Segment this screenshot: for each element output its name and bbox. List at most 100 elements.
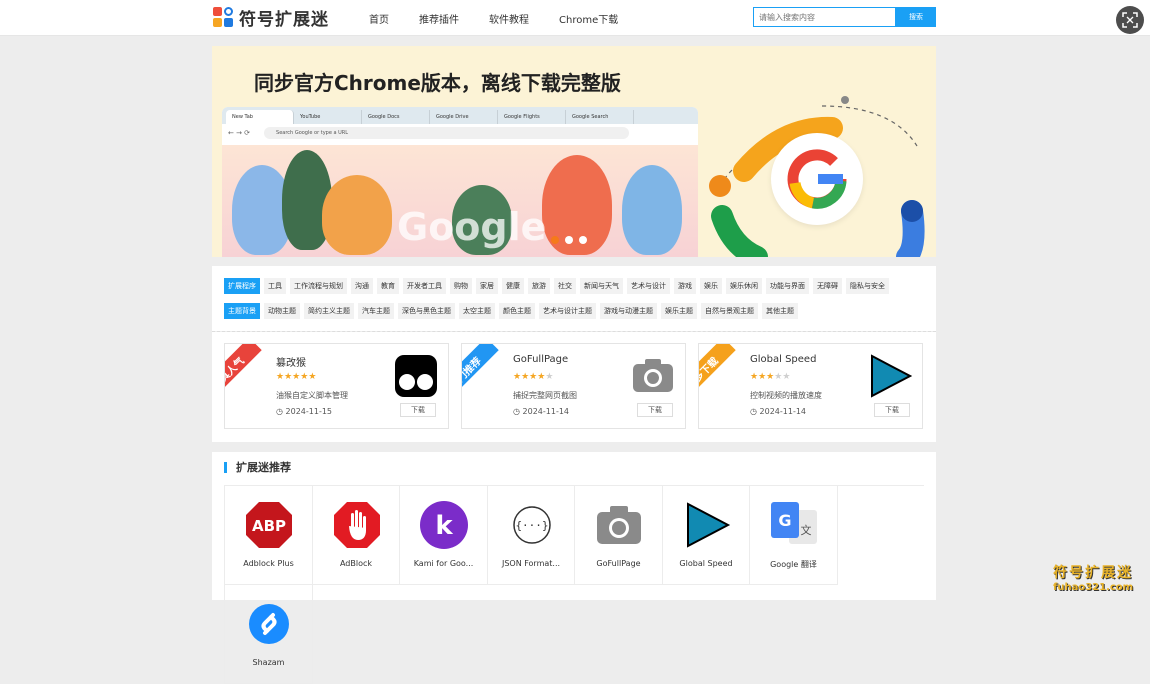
rating-stars: ★★★★★	[513, 372, 553, 382]
svg-text:ABP: ABP	[252, 517, 286, 535]
theme-heading[interactable]: 主题背景	[224, 303, 260, 319]
category-chip[interactable]: 旅游	[528, 278, 550, 294]
carousel-dot[interactable]	[579, 236, 587, 244]
extension-name: Adblock Plus	[243, 559, 294, 568]
site-logo[interactable]: 符号扩展迷	[213, 6, 329, 30]
featured-card[interactable]: 最具人气 篡改猴 ★★★★★ 油猴自定义脚本管理 ◷ 2024-11-15 下载	[224, 343, 449, 429]
category-chip[interactable]: 新闻与天气	[580, 278, 623, 294]
watermark: 符号扩展迷 fuhao321.com	[1053, 562, 1133, 593]
extension-tile[interactable]: ABP Adblock Plus	[225, 486, 313, 585]
category-chip[interactable]: 开发者工具	[403, 278, 446, 294]
theme-chip[interactable]: 太空主题	[459, 303, 495, 319]
nav-home[interactable]: 首页	[369, 11, 389, 26]
star-icon: ★	[521, 372, 530, 382]
category-chip[interactable]: 社交	[554, 278, 576, 294]
rating-stars: ★★★★★	[750, 372, 790, 382]
category-chip[interactable]: 工具	[264, 278, 286, 294]
browser-tab: Google Flights	[498, 110, 566, 124]
card-date: ◷ 2024-11-14	[513, 407, 569, 416]
shazam-icon	[249, 604, 289, 644]
kami-icon: k	[420, 501, 468, 549]
carousel-dot[interactable]	[551, 236, 559, 244]
ribbon-badge: 热门推荐	[462, 344, 499, 407]
download-button[interactable]: 下载	[637, 403, 673, 417]
star-icon: ★	[276, 372, 285, 382]
play-icon	[871, 354, 912, 398]
nav-recommended[interactable]: 推荐插件	[419, 11, 459, 26]
theme-chip[interactable]: 其他主题	[762, 303, 798, 319]
category-chip[interactable]: 家居	[476, 278, 498, 294]
search-button[interactable]: 搜索	[896, 7, 936, 27]
search-input[interactable]	[753, 7, 896, 27]
card-name[interactable]: GoFullPage	[513, 354, 568, 365]
star-icon: ★	[308, 372, 317, 382]
theme-chip[interactable]: 艺术与设计主题	[539, 303, 596, 319]
category-chip[interactable]: 隐私与安全	[846, 278, 889, 294]
star-icon: ★	[782, 372, 791, 382]
category-chip[interactable]: 无障碍	[813, 278, 842, 294]
ribbon-badge: 最具人气	[225, 344, 262, 407]
theme-chip[interactable]: 简约主义主题	[304, 303, 354, 319]
theme-chip[interactable]: 深色与黑色主题	[398, 303, 455, 319]
svg-text:文: 文	[801, 523, 812, 537]
clock-icon: ◷	[276, 407, 286, 416]
theme-chip[interactable]: 娱乐主题	[661, 303, 697, 319]
category-chip[interactable]: 娱乐	[700, 278, 722, 294]
category-heading[interactable]: 扩展程序	[224, 278, 260, 294]
extension-name: Global Speed	[679, 559, 733, 568]
category-chip[interactable]: 健康	[502, 278, 524, 294]
extension-tile[interactable]: k Kami for Goo...	[400, 486, 488, 585]
browser-tab: New Tab	[226, 110, 294, 124]
category-chip[interactable]: 沟通	[351, 278, 373, 294]
category-chip[interactable]: 购物	[450, 278, 472, 294]
nav-tutorials[interactable]: 软件教程	[489, 11, 529, 26]
watermark-title: 符号扩展迷	[1053, 565, 1134, 581]
download-button[interactable]: 下载	[874, 403, 910, 417]
extension-tile[interactable]: GoFullPage	[575, 486, 663, 585]
browser-urlbar: ← → ⟳ Search Google or type a URL	[222, 124, 698, 142]
extension-tile[interactable]: G文 Google 翻译	[750, 486, 838, 585]
category-chip[interactable]: 工作流程与规划	[290, 278, 347, 294]
carousel-dot[interactable]	[565, 236, 573, 244]
extension-tile[interactable]: AdBlock	[312, 486, 400, 585]
camera-icon	[633, 359, 673, 392]
google-logo	[771, 133, 863, 225]
adblock-hand-icon	[333, 502, 380, 548]
category-chip[interactable]: 游戏	[674, 278, 696, 294]
extension-name: GoFullPage	[596, 559, 641, 568]
browser-tab: YouTube	[294, 110, 362, 124]
category-chip[interactable]: 功能与界面	[766, 278, 809, 294]
camera-icon	[597, 506, 641, 544]
featured-card[interactable]: 热门推荐 GoFullPage ★★★★★ 捕捉完整网页截图 ◷ 2024-11…	[461, 343, 686, 429]
theme-chip[interactable]: 自然与景观主题	[701, 303, 758, 319]
extension-tile[interactable]: Global Speed	[662, 486, 750, 585]
card-name[interactable]: 篡改猴	[276, 354, 306, 369]
hero-banner[interactable]: 同步官方Chrome版本，离线下载完整版 New Tab YouTube Goo…	[212, 46, 936, 257]
theme-chip[interactable]: 游戏与动漫主题	[600, 303, 657, 319]
star-icon: ★	[284, 372, 293, 382]
google-translate-icon: G文	[771, 502, 817, 544]
screenshot-tool-button[interactable]	[1116, 6, 1144, 34]
extension-name: Google 翻译	[770, 560, 817, 569]
svg-text:k: k	[435, 511, 453, 541]
theme-chip[interactable]: 颜色主题	[499, 303, 535, 319]
featured-card[interactable]: 最多下载 Global Speed ★★★★★ 控制视频的播放速度 ◷ 2024…	[698, 343, 923, 429]
category-chip[interactable]: 娱乐休闲	[726, 278, 762, 294]
card-date: ◷ 2024-11-15	[276, 407, 332, 416]
download-button[interactable]: 下载	[400, 403, 436, 417]
category-chip[interactable]: 教育	[377, 278, 399, 294]
theme-chip[interactable]: 汽车主题	[358, 303, 394, 319]
nav-chrome-download[interactable]: Chrome下载	[559, 11, 618, 26]
clock-icon: ◷	[750, 407, 760, 416]
carousel-dots[interactable]	[551, 236, 593, 244]
card-date: ◷ 2024-11-14	[750, 407, 806, 416]
extension-tile[interactable]: {···} JSON Format...	[487, 486, 575, 585]
extension-name: Kami for Goo...	[413, 559, 474, 568]
json-formatter-icon: {···}	[512, 506, 551, 544]
browser-omnibox: Search Google or type a URL	[264, 127, 630, 139]
card-description: 捕捉完整网页截图	[513, 391, 577, 400]
theme-chip[interactable]: 动物主题	[264, 303, 300, 319]
extension-name: JSON Format...	[501, 559, 561, 568]
category-chip[interactable]: 艺术与设计	[627, 278, 670, 294]
card-name[interactable]: Global Speed	[750, 354, 816, 365]
